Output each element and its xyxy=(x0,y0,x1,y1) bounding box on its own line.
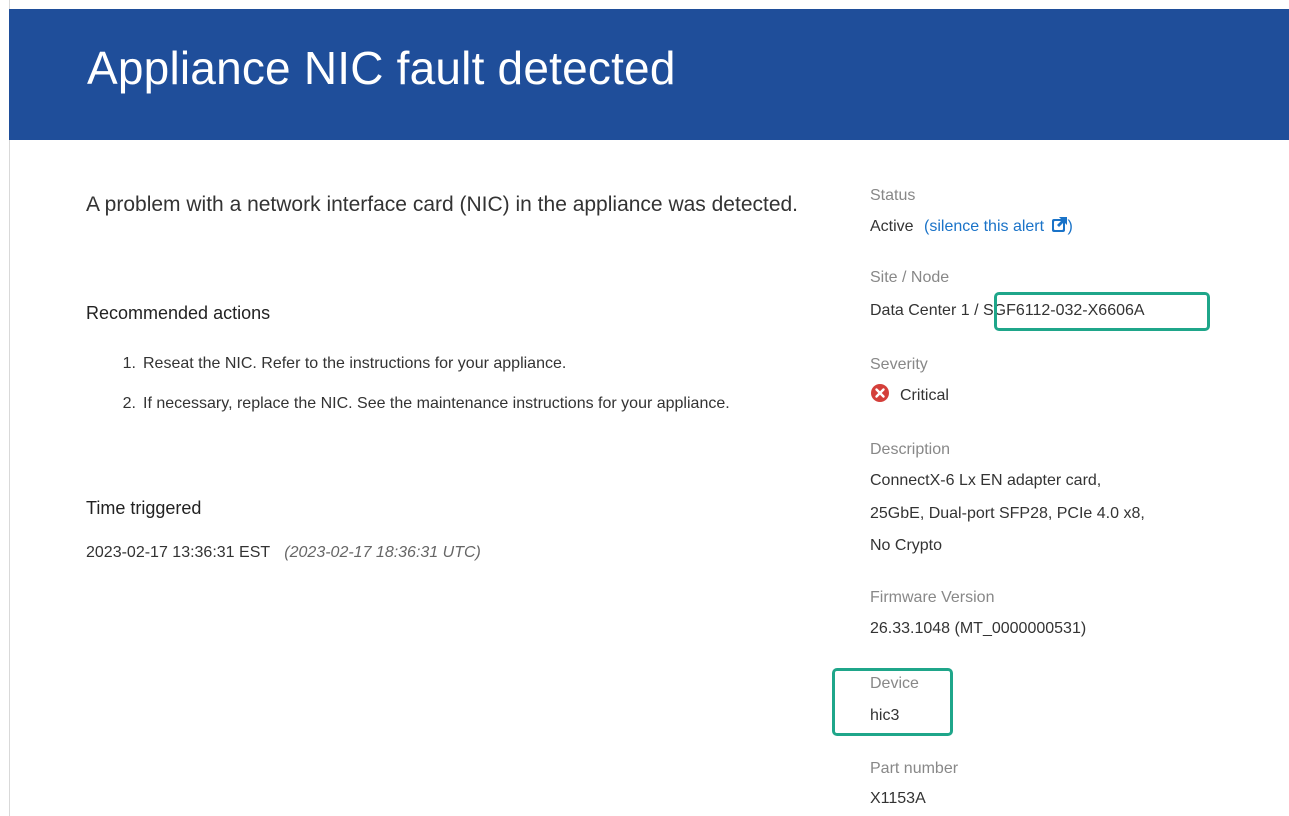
site-node-label: Site / Node xyxy=(870,269,950,286)
device-value: hic3 xyxy=(870,707,900,724)
time-utc: (2023-02-17 18:36:31 UTC) xyxy=(284,544,481,561)
action-item: 1. Reseat the NIC. Refer to the instruct… xyxy=(86,348,806,380)
alert-summary: A problem with a network interface card … xyxy=(86,193,799,216)
action-text: If necessary, replace the NIC. See the m… xyxy=(143,395,730,412)
time-local: 2023-02-17 13:36:31 EST xyxy=(86,544,270,561)
firmware-value: 26.33.1048 (MT_0000000531) xyxy=(870,620,1087,637)
critical-x-icon xyxy=(870,382,890,416)
severity-value: Critical xyxy=(870,379,949,416)
time-triggered-heading: Time triggered xyxy=(86,498,202,518)
action-number: 2. xyxy=(122,395,136,412)
recommended-actions-heading: Recommended actions xyxy=(86,303,271,323)
severity-label: Severity xyxy=(870,356,928,373)
silence-alert-link[interactable]: (silence this alert ) xyxy=(924,217,1073,235)
description-line: No Crypto xyxy=(870,537,943,554)
device-label: Device xyxy=(870,675,919,692)
site-name: Data Center 1 xyxy=(870,302,970,319)
status-value: Active (silence this alert ) xyxy=(870,210,1073,246)
action-item: 2. If necessary, replace the NIC. See th… xyxy=(86,388,806,420)
description-label: Description xyxy=(870,441,951,458)
alert-details-panel: Status Active (silence this alert ) Site… xyxy=(832,0,1270,816)
firmware-label: Firmware Version xyxy=(870,589,995,606)
status-label: Status xyxy=(870,187,916,204)
part-number-value: X1153A xyxy=(870,790,926,807)
part-number-label: Part number xyxy=(870,760,959,777)
site-node-separator: / xyxy=(974,302,979,319)
silence-link-close: ) xyxy=(1067,218,1073,235)
node-highlight-box xyxy=(994,292,1210,331)
silence-link-text: silence this alert xyxy=(929,218,1045,235)
description-line: ConnectX-6 Lx EN adapter card, xyxy=(870,472,1102,489)
recommended-actions-list: 1. Reseat the NIC. Refer to the instruct… xyxy=(86,348,806,428)
action-text: Reseat the NIC. Refer to the instruction… xyxy=(143,355,567,372)
severity-text: Critical xyxy=(900,387,949,404)
status-text: Active xyxy=(870,218,914,235)
action-number: 1. xyxy=(122,355,136,372)
alert-detail-page: Appliance NIC fault detected A problem w… xyxy=(0,0,1289,816)
alert-title: Appliance NIC fault detected xyxy=(87,42,676,94)
description-line: 25GbE, Dual-port SFP28, PCIe 4.0 x8, xyxy=(870,505,1145,522)
external-link-icon xyxy=(1051,212,1068,246)
time-triggered-value: 2023-02-17 13:36:31 EST (2023-02-17 18:3… xyxy=(86,544,481,562)
